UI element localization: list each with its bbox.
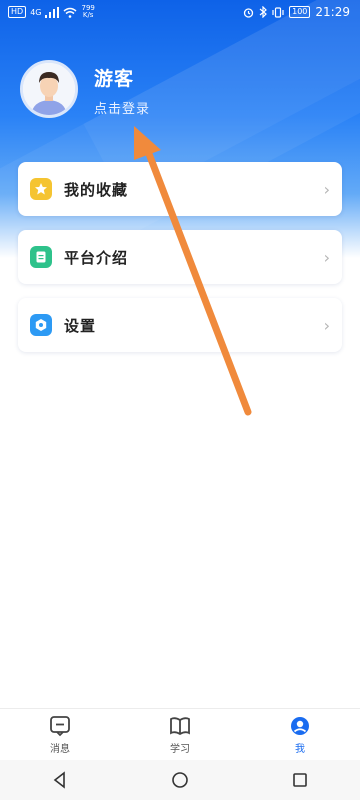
bluetooth-icon bbox=[259, 6, 268, 18]
username: 游客 bbox=[94, 68, 135, 90]
system-nav-bar bbox=[0, 760, 360, 800]
clock: 21:29 bbox=[315, 5, 350, 19]
star-icon bbox=[30, 178, 52, 200]
header-background bbox=[0, 0, 360, 258]
avatar-illustration bbox=[23, 63, 75, 115]
network-type: 4G bbox=[30, 7, 42, 17]
menu-item-settings[interactable]: 设置 › bbox=[18, 298, 342, 352]
recents-icon[interactable] bbox=[291, 771, 309, 789]
battery-indicator: 100 bbox=[289, 6, 311, 18]
tab-label-me: 我 bbox=[295, 744, 305, 755]
chevron-right-icon: › bbox=[323, 179, 330, 199]
tab-label-study: 学习 bbox=[170, 744, 190, 755]
tab-label-messages: 消息 bbox=[50, 744, 70, 755]
status-bar: HD 4G 799 K/s 100 21:29 bbox=[0, 0, 360, 24]
signal-icon bbox=[45, 6, 60, 18]
menu-item-favorites[interactable]: 我的收藏 › bbox=[18, 162, 342, 216]
message-icon bbox=[50, 716, 70, 737]
menu-label-favorites: 我的收藏 bbox=[64, 180, 129, 199]
alarm-icon bbox=[243, 7, 254, 18]
tab-messages[interactable]: 消息 bbox=[0, 709, 120, 761]
back-icon[interactable] bbox=[51, 771, 69, 789]
tab-study[interactable]: 学习 bbox=[120, 709, 240, 761]
menu-item-platform-intro[interactable]: 平台介绍 › bbox=[18, 230, 342, 284]
menu-label-platform-intro: 平台介绍 bbox=[64, 248, 129, 267]
menu-label-settings: 设置 bbox=[64, 316, 97, 335]
chevron-right-icon: › bbox=[323, 315, 330, 335]
home-icon[interactable] bbox=[171, 771, 189, 789]
tab-me[interactable]: 我 bbox=[240, 709, 360, 761]
avatar[interactable] bbox=[20, 60, 78, 118]
chevron-right-icon: › bbox=[323, 247, 330, 267]
hd-badge: HD bbox=[8, 6, 27, 18]
vibrate-icon bbox=[272, 6, 284, 18]
screen: HD 4G 799 K/s 100 21:29 游客 点击登录 我的收藏 › 平… bbox=[0, 0, 360, 800]
network-speed: 799 K/s bbox=[81, 4, 95, 19]
book-icon bbox=[170, 717, 190, 736]
tab-bar: 消息 学习 我 bbox=[0, 708, 360, 761]
gear-icon bbox=[30, 314, 52, 336]
document-icon bbox=[30, 246, 52, 268]
login-link[interactable]: 点击登录 bbox=[94, 98, 150, 117]
user-icon bbox=[291, 717, 309, 735]
wifi-icon bbox=[64, 7, 77, 18]
